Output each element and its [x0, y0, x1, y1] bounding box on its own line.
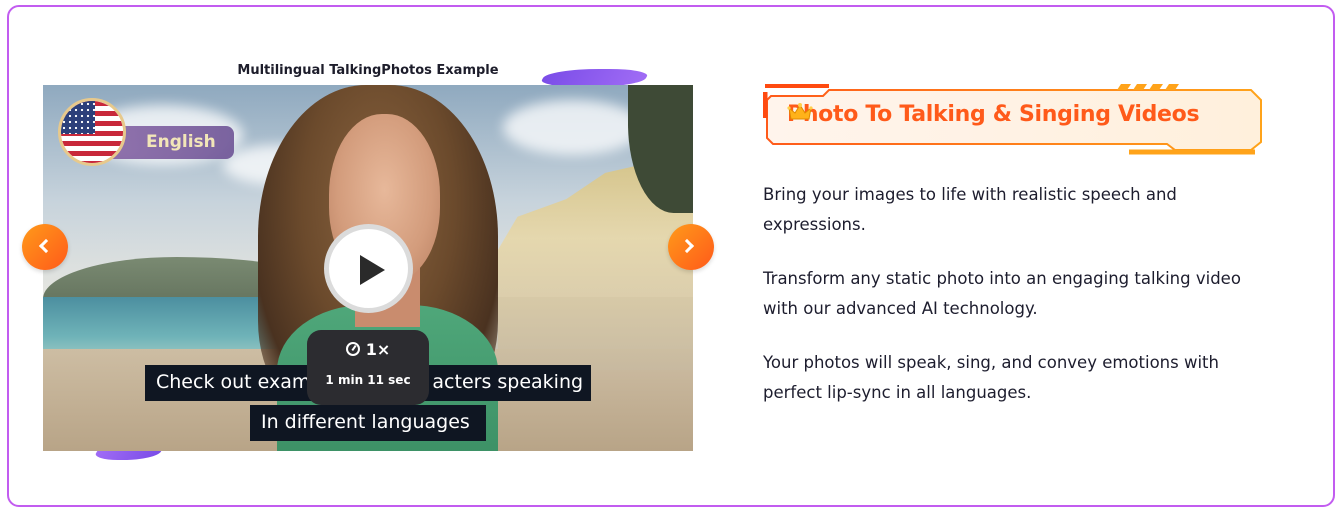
- carousel-next-button[interactable]: [668, 224, 714, 270]
- playback-speed-value: 1×: [365, 340, 391, 359]
- feature-paragraph-3: Your photos will speak, sing, and convey…: [763, 353, 1219, 402]
- feature-headline-badge: Photo To Talking & Singing Videos: [763, 82, 1263, 156]
- feature-paragraph-1: Bring your images to life with realistic…: [763, 185, 1177, 234]
- feature-paragraph-2: Transform any static photo into an engag…: [763, 269, 1241, 318]
- flag-canton: [61, 101, 96, 135]
- chevron-right-icon: [679, 238, 695, 254]
- subtitle-line-1-start: Check out exam: [156, 371, 311, 393]
- playback-speed-button[interactable]: 1×: [307, 340, 429, 359]
- video-duration: 1 min 11 sec: [325, 373, 411, 387]
- subtitle-line-1-end: acters speaking: [432, 371, 584, 393]
- carousel-prev-button[interactable]: [22, 224, 68, 270]
- language-label: English: [110, 126, 234, 159]
- video-subtitle-line-2: In different languages: [250, 405, 486, 441]
- crown-icon: [787, 103, 813, 120]
- playback-info-pill: 1× 1 min 11 sec: [307, 330, 429, 405]
- play-button[interactable]: [324, 224, 413, 313]
- speed-gauge-icon: [345, 342, 360, 356]
- us-flag-icon: [58, 98, 126, 166]
- video-frame-cloud: [503, 100, 643, 155]
- chevron-left-icon: [38, 238, 54, 254]
- play-icon: [360, 255, 385, 285]
- feature-headline-text: Photo To Talking & Singing Videos: [787, 102, 1200, 127]
- feature-headline: Photo To Talking & Singing Videos: [787, 102, 1200, 127]
